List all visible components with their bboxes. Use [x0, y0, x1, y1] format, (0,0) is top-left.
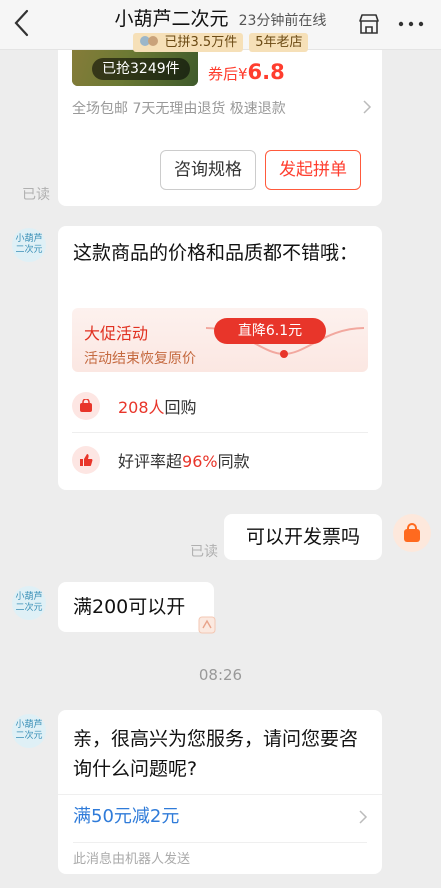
repurchase-label: 回购 [164, 398, 197, 417]
sold-count-badge: 已拼3.5万件 [132, 33, 244, 52]
promo-banner-title: 大促活动 [84, 324, 149, 343]
reply-text: 满200可以开 [73, 596, 186, 618]
greeting-divider [73, 842, 367, 843]
incoming-message-bubble[interactable]: 满200可以开 [58, 582, 214, 632]
coupon-link[interactable]: 满50元减2元 [73, 802, 179, 828]
promo-banner-subtitle: 活动结束恢复原价 [84, 351, 196, 367]
sold-count-label: 已抢3249件 [92, 58, 190, 80]
shopping-bag-icon [404, 523, 420, 542]
consult-spec-button[interactable]: 咨询规格 [160, 150, 256, 190]
promo-banner[interactable]: 大促活动 活动结束恢复原价 直降6.1元 [72, 308, 368, 372]
online-status: 23分钟前在线 [238, 13, 327, 29]
rating-prefix: 好评率超 [118, 452, 183, 471]
buyer-avatars-icon [139, 36, 158, 46]
rating-row: 好评率超96%同款 [72, 444, 368, 474]
shop-avatar[interactable]: 小葫芦二次元 [12, 228, 46, 262]
sold-count-text: 已拼3.5万件 [164, 35, 238, 50]
shop-avatar[interactable]: 小葫芦二次元 [12, 714, 46, 748]
rating-suffix: 同款 [217, 452, 250, 471]
sticker-mark-icon [198, 616, 216, 634]
promo-divider [72, 432, 368, 433]
bot-sent-note: 此消息由机器人发送 [73, 852, 191, 867]
read-receipt: 已读 [190, 544, 218, 560]
chat-header: 小葫芦二次元 23分钟前在线 已拼3.5万件 5年老店 [0, 0, 441, 52]
user-avatar[interactable] [393, 514, 431, 552]
repurchase-count: 208人 [118, 398, 165, 417]
store-icon[interactable] [357, 12, 381, 36]
bot-greeting-message: 亲，很高兴为您服务，请问您要咨询什么问题呢? 满50元减2元 此消息由机器人发送 [58, 710, 382, 874]
thumbs-up-icon [72, 446, 100, 474]
service-guarantees[interactable]: 全场包邮 7天无理由退货 极速退款 [72, 98, 372, 118]
start-group-buy-button[interactable]: 发起拼单 [265, 150, 361, 190]
shopping-bag-icon [72, 392, 100, 420]
repurchase-row: 208人回购 [72, 390, 368, 420]
shop-age-badge: 5年老店 [249, 33, 309, 52]
promo-text: 这款商品的价格和品质都不错哦： [73, 242, 359, 264]
coupon-price-value: 6.8 [247, 60, 285, 84]
read-receipt: 已读 [22, 187, 50, 203]
services-text: 全场包邮 7天无理由退货 极速退款 [72, 101, 286, 117]
outgoing-message-bubble[interactable]: 可以开发票吗 [224, 514, 382, 560]
greeting-text: 亲，很高兴为您服务，请问您要咨询什么问题呢? [73, 728, 359, 780]
chevron-right-icon [363, 100, 372, 114]
coupon-price: 券后¥6.8 [208, 60, 285, 84]
promo-message: 这款商品的价格和品质都不错哦： 大促活动 活动结束恢复原价 直降6.1元 208… [58, 226, 382, 490]
shop-avatar[interactable]: 小葫芦二次元 [12, 586, 46, 620]
more-options-icon[interactable] [396, 12, 426, 36]
price-drop-badge: 直降6.1元 [214, 318, 326, 344]
chevron-right-icon[interactable] [358, 808, 368, 826]
message-timestamp: 08:26 [198, 666, 243, 684]
shop-name[interactable]: 小葫芦二次元 [115, 8, 229, 30]
coupon-prefix: 券后¥ [208, 65, 248, 83]
rating-value: 96% [182, 452, 218, 471]
greeting-divider [58, 794, 382, 795]
